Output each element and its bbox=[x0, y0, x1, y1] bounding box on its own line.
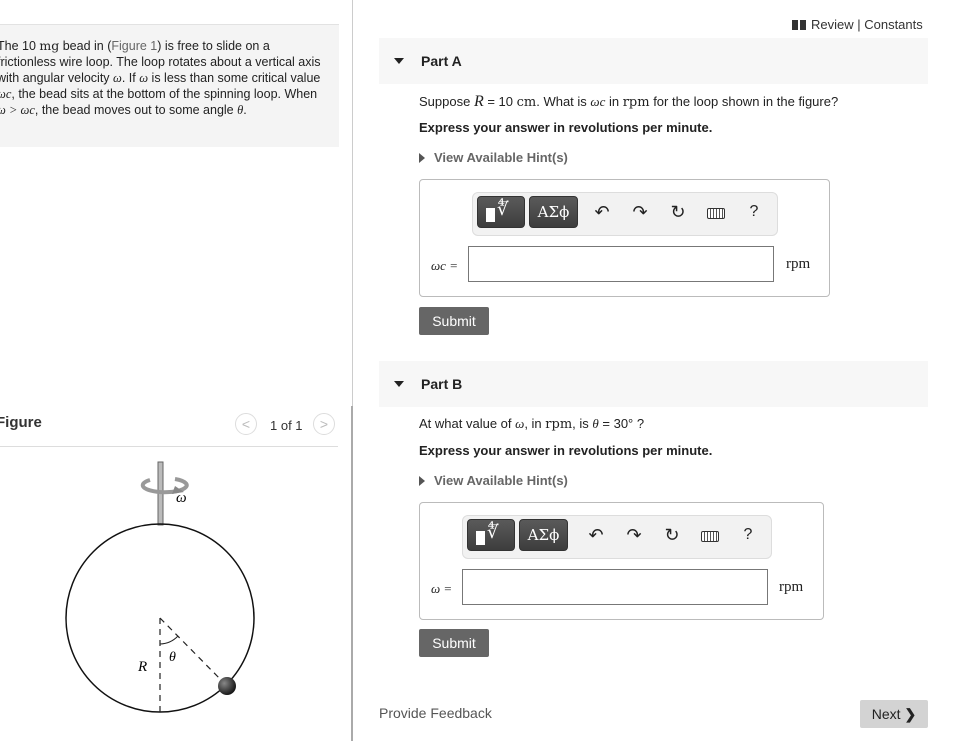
next-button[interactable]: Next ❯ bbox=[860, 700, 928, 728]
undo-button[interactable]: ↶ bbox=[585, 523, 607, 547]
figure-title: Figure bbox=[0, 414, 42, 431]
caret-right-icon bbox=[419, 153, 425, 163]
figure-diagram: ω θ R bbox=[65, 461, 255, 713]
greek-symbols-button[interactable]: ΑΣϕ bbox=[529, 196, 578, 228]
part-b-question: At what value of ω, in rpm, is θ = 30° ? bbox=[419, 416, 645, 432]
pane-resize-handle[interactable] bbox=[351, 406, 353, 741]
redo-button[interactable]: ↷ bbox=[629, 200, 651, 224]
keyboard-icon bbox=[707, 207, 725, 219]
part-b-math-toolbar: ∜̅ ΑΣϕ ↶ ↷ ↻ ? bbox=[462, 515, 772, 559]
book-icon bbox=[792, 20, 806, 30]
part-a-unit-label: rpm bbox=[786, 256, 811, 272]
template-root-icon bbox=[486, 208, 495, 222]
reset-icon: ↻ bbox=[670, 202, 686, 222]
chevron-right-icon: ❯ bbox=[904, 706, 917, 722]
previous-figure-button[interactable]: < bbox=[235, 413, 257, 435]
part-b-hint-toggle[interactable]: View Available Hint(s) bbox=[419, 473, 568, 488]
greek-symbols-button[interactable]: ΑΣϕ bbox=[519, 519, 568, 551]
part-b-variable-label: ω = bbox=[431, 581, 453, 596]
radius-label: R bbox=[137, 659, 147, 675]
next-figure-button[interactable]: > bbox=[313, 413, 335, 435]
reset-icon: ↻ bbox=[664, 525, 680, 545]
part-b-answer-box: ∜̅ ΑΣϕ ↶ ↷ ↻ ? ω = rpm bbox=[419, 502, 824, 620]
provide-feedback-link[interactable]: Provide Feedback bbox=[379, 705, 492, 721]
redo-icon: ↷ bbox=[632, 202, 648, 222]
undo-button[interactable]: ↶ bbox=[591, 200, 613, 224]
chevron-right-icon: > bbox=[319, 416, 329, 432]
bead bbox=[218, 677, 236, 695]
templates-button[interactable]: ∜̅ bbox=[467, 519, 515, 551]
part-b-unit-label: rpm bbox=[779, 579, 804, 595]
caret-down-icon bbox=[394, 381, 404, 387]
part-b-answer-input[interactable] bbox=[462, 569, 768, 605]
redo-button[interactable]: ↷ bbox=[623, 523, 645, 547]
templates-button[interactable]: ∜̅ bbox=[477, 196, 525, 228]
figure-header: Figure < 1 of 1 > bbox=[0, 410, 338, 447]
undo-icon: ↶ bbox=[588, 525, 604, 545]
chevron-left-icon: < bbox=[241, 416, 251, 432]
undo-icon: ↶ bbox=[594, 202, 610, 222]
part-a-math-toolbar: ∜̅ ΑΣϕ ↶ ↷ ↻ ? bbox=[472, 192, 778, 236]
problem-text: The 10 mg bead in (Figure 1) is free to … bbox=[0, 38, 321, 117]
reset-button[interactable]: ↻ bbox=[661, 523, 683, 547]
part-b-title: Part B bbox=[421, 376, 463, 392]
part-a-hint-toggle[interactable]: View Available Hint(s) bbox=[419, 150, 568, 165]
redo-icon: ↷ bbox=[626, 525, 642, 545]
problem-pane: The 10 mg bead in (Figure 1) is free to … bbox=[0, 0, 352, 741]
part-a-header[interactable]: Part A bbox=[379, 38, 928, 84]
part-b-submit-button[interactable]: Submit bbox=[419, 629, 489, 657]
part-a-answer-input[interactable] bbox=[468, 246, 774, 282]
help-button[interactable]: ? bbox=[737, 523, 759, 547]
angle-arc bbox=[159, 635, 179, 645]
part-a-variable-label: ωc = bbox=[431, 258, 458, 273]
omega-label: ω bbox=[176, 490, 187, 506]
keyboard-icon bbox=[701, 530, 719, 542]
reset-button[interactable]: ↻ bbox=[667, 200, 689, 224]
part-a-submit-button[interactable]: Submit bbox=[419, 307, 489, 335]
part-a-instruction: Express your answer in revolutions per m… bbox=[419, 120, 713, 135]
part-b-instruction: Express your answer in revolutions per m… bbox=[419, 443, 713, 458]
part-b-header[interactable]: Part B bbox=[379, 361, 928, 407]
template-root-icon bbox=[476, 531, 485, 545]
figure-link[interactable]: Figure 1 bbox=[111, 39, 157, 53]
caret-right-icon bbox=[419, 476, 425, 486]
part-a-answer-box: ∜̅ ΑΣϕ ↶ ↷ ↻ ? ωc = rpm bbox=[419, 179, 830, 297]
pane-divider bbox=[352, 0, 353, 406]
help-button[interactable]: ? bbox=[743, 200, 765, 224]
part-a-question: Suppose R = 10 cm. What is ωc in rpm for… bbox=[419, 93, 839, 110]
review-constants-link[interactable]: Review | Constants bbox=[792, 17, 923, 32]
part-a-title: Part A bbox=[421, 53, 462, 69]
problem-statement: The 10 mg bead in (Figure 1) is free to … bbox=[0, 24, 339, 147]
keyboard-shortcuts-button[interactable] bbox=[705, 200, 727, 224]
caret-down-icon bbox=[394, 58, 404, 64]
theta-label: θ bbox=[169, 650, 176, 665]
figure-pager-label: 1 of 1 bbox=[270, 418, 303, 433]
keyboard-shortcuts-button[interactable] bbox=[699, 523, 721, 547]
